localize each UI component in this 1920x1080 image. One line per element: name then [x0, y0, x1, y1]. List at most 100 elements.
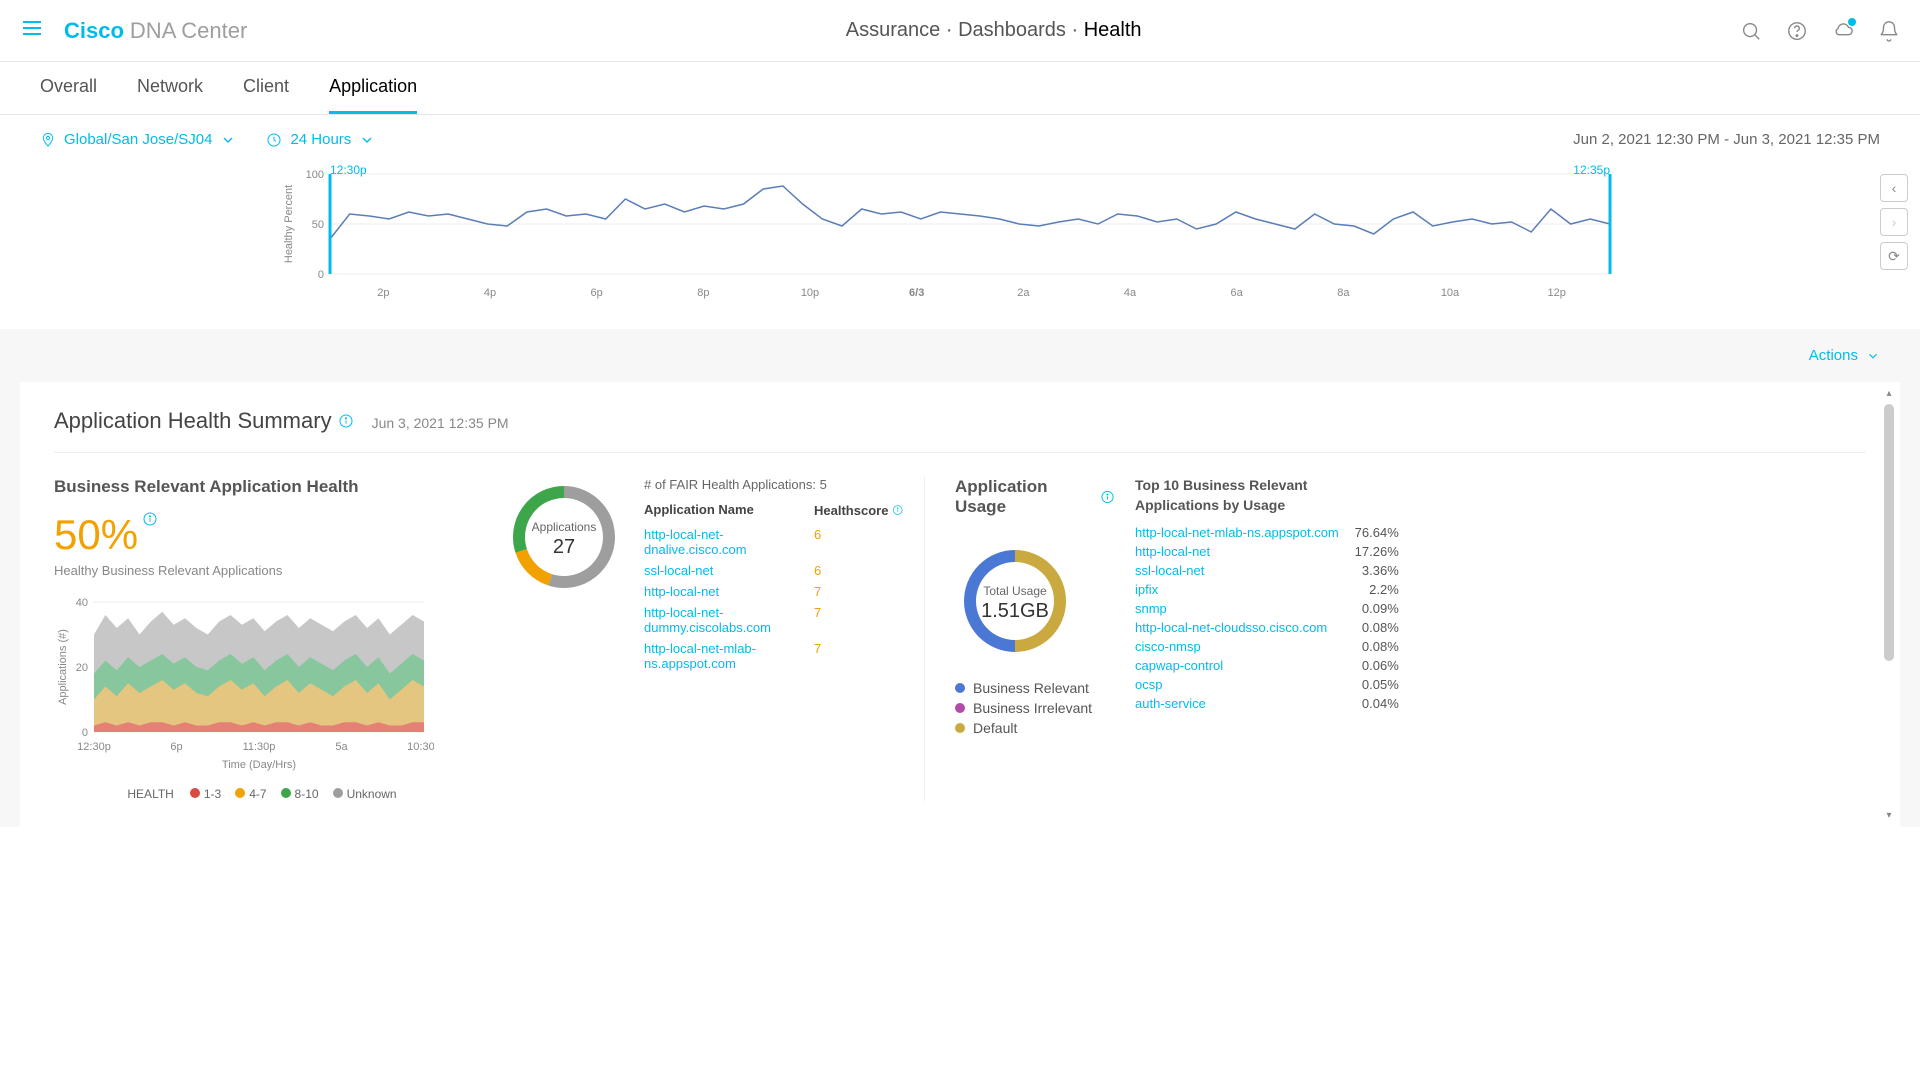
legend-item: 1-3 [190, 787, 221, 801]
svg-text:8a: 8a [1337, 287, 1350, 299]
filter-bar: Global/San Jose/SJ04 24 Hours Jun 2, 202… [0, 115, 1920, 164]
app-link[interactable]: cisco-nmsp [1135, 639, 1339, 654]
svg-text:12:30p: 12:30p [330, 164, 367, 177]
usage-pct: 0.08% [1339, 639, 1399, 654]
usage-row: ipfix2.2% [1135, 580, 1399, 599]
svg-text:Healthy Percent: Healthy Percent [283, 185, 295, 263]
breadcrumb-2: Dashboards [958, 19, 1066, 41]
help-icon[interactable] [1786, 20, 1808, 42]
app-link[interactable]: http-local-net [644, 584, 814, 599]
timeline-chart: 050100Healthy Percent2p4p6p8p10p6/32a4a6… [0, 164, 1920, 329]
svg-text:8p: 8p [697, 287, 709, 299]
usage-legend-item: Business Irrelevant [955, 700, 1115, 716]
col-usage: Application Usage Total Usage1.51GB Busi… [924, 477, 1866, 801]
usage-table-title1: Top 10 Business Relevant [1135, 477, 1399, 493]
bell-icon[interactable] [1878, 20, 1900, 42]
location-filter[interactable]: Global/San Jose/SJ04 [40, 131, 236, 148]
usage-pct: 17.26% [1339, 544, 1399, 559]
usage-pct: 3.36% [1339, 563, 1399, 578]
clock-icon [266, 132, 282, 148]
svg-text:6p: 6p [591, 287, 603, 299]
svg-text:2a: 2a [1017, 287, 1030, 299]
usage-title: Application Usage [955, 477, 1115, 517]
info-icon[interactable] [142, 511, 158, 527]
usage-pct: 0.08% [1339, 620, 1399, 635]
app-link[interactable]: auth-service [1135, 696, 1339, 711]
svg-text:12p: 12p [1547, 287, 1565, 299]
actions-dropdown[interactable]: Actions [1809, 347, 1880, 364]
svg-text:20: 20 [76, 662, 88, 674]
location-icon [40, 132, 56, 148]
summary-body: Business Relevant Application Health 50%… [54, 453, 1866, 801]
app-link[interactable]: http-local-net-cloudsso.cisco.com [1135, 620, 1339, 635]
card-scrollbar[interactable]: ▴ ▾ [1882, 390, 1896, 819]
hamburger-menu-icon[interactable] [20, 16, 44, 45]
cloud-icon[interactable] [1832, 20, 1854, 42]
app-link[interactable]: capwap-control [1135, 658, 1339, 673]
timeline-refresh-button[interactable]: ⟳ [1880, 242, 1908, 270]
app-link[interactable]: snmp [1135, 601, 1339, 616]
fair-row: http-local-net-dnalive.cisco.com6 [644, 524, 904, 560]
usage-legend: Business RelevantBusiness IrrelevantDefa… [955, 680, 1115, 736]
info-icon[interactable] [892, 502, 904, 518]
app-link[interactable]: ipfix [1135, 582, 1339, 597]
fair-row: http-local-net-dummy.ciscolabs.com7 [644, 602, 904, 638]
fair-row: http-local-net-mlab-ns.appspot.com7 [644, 638, 904, 674]
usage-pct: 0.09% [1339, 601, 1399, 616]
timeline-next-button[interactable]: › [1880, 208, 1908, 236]
svg-text:10:30a: 10:30a [407, 741, 434, 753]
info-icon[interactable] [1100, 489, 1115, 505]
app-link[interactable]: http-local-net-mlab-ns.appspot.com [644, 641, 814, 671]
tab-application[interactable]: Application [329, 76, 417, 114]
usage-row: ssl-local-net3.36% [1135, 561, 1399, 580]
svg-text:6a: 6a [1231, 287, 1244, 299]
healthscore: 7 [814, 641, 904, 671]
usage-row: http-local-net17.26% [1135, 542, 1399, 561]
search-icon[interactable] [1740, 20, 1762, 42]
donut-applications: Applications27 [504, 477, 624, 801]
healthscore: 7 [814, 605, 904, 635]
app-link[interactable]: http-local-net-mlab-ns.appspot.com [1135, 525, 1339, 540]
usage-donut: Total Usage1.51GB [955, 541, 1075, 661]
tab-overall[interactable]: Overall [40, 76, 97, 114]
svg-text:4a: 4a [1124, 287, 1137, 299]
chevron-down-icon [220, 132, 236, 148]
healthscore: 7 [814, 584, 904, 599]
app-link[interactable]: ssl-local-net [1135, 563, 1339, 578]
legend-item: Unknown [333, 787, 397, 801]
app-link[interactable]: ssl-local-net [644, 563, 814, 578]
fair-col-name: Application Name [644, 502, 814, 518]
svg-text:2p: 2p [377, 287, 389, 299]
tab-client[interactable]: Client [243, 76, 289, 114]
actions-label: Actions [1809, 347, 1858, 364]
svg-text:10p: 10p [801, 287, 819, 299]
tab-network[interactable]: Network [137, 76, 203, 114]
info-icon[interactable] [338, 413, 354, 429]
svg-text:4p: 4p [484, 287, 496, 299]
biz-health-title: Business Relevant Application Health [54, 477, 484, 497]
svg-text:12:35p: 12:35p [1573, 164, 1610, 177]
chevron-down-icon [359, 132, 375, 148]
usage-legend-item: Default [955, 720, 1115, 736]
app-link[interactable]: http-local-net-dnalive.cisco.com [644, 527, 814, 557]
svg-text:5a: 5a [335, 741, 348, 753]
timeline-prev-button[interactable]: ‹ [1880, 174, 1908, 202]
area-chart: 02040Applications (#)12:30p6p11:30p5a10:… [54, 592, 434, 772]
usage-pct: 0.05% [1339, 677, 1399, 692]
col-biz-health: Business Relevant Application Health 50%… [54, 477, 484, 801]
timerange-filter[interactable]: 24 Hours [266, 131, 375, 148]
svg-text:6p: 6p [170, 741, 182, 753]
svg-text:27: 27 [553, 536, 575, 558]
logo[interactable]: Cisco DNA Center [64, 18, 247, 44]
app-link[interactable]: http-local-net [1135, 544, 1339, 559]
breadcrumb: Assurance · Dashboards · Health [846, 19, 1142, 42]
usage-row: http-local-net-cloudsso.cisco.com0.08% [1135, 618, 1399, 637]
svg-text:Time (Day/Hrs): Time (Day/Hrs) [222, 759, 296, 771]
svg-text:1.51GB: 1.51GB [981, 600, 1049, 622]
app-link[interactable]: ocsp [1135, 677, 1339, 692]
svg-text:Applications (#): Applications (#) [57, 629, 69, 705]
usage-row: auth-service0.04% [1135, 694, 1399, 713]
header-right [1740, 20, 1900, 42]
app-link[interactable]: http-local-net-dummy.ciscolabs.com [644, 605, 814, 635]
svg-text:100: 100 [306, 169, 324, 181]
